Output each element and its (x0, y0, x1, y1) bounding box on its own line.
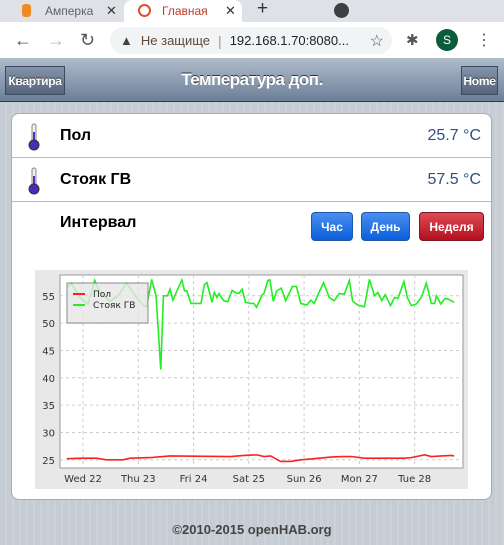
favicon-icon (22, 4, 31, 17)
x-tick-label: Sat 25 (233, 474, 265, 485)
tab-label: Амперка (45, 4, 94, 18)
home-button[interactable]: Home (461, 66, 498, 95)
interval-day-button[interactable]: День (361, 212, 410, 241)
item-label: Стояк ГВ (60, 171, 132, 188)
interval-label: Интервал (60, 214, 137, 231)
forward-icon[interactable]: → (47, 30, 65, 51)
y-tick-label: 25 (42, 456, 55, 467)
list-item: Пол 25.7 °C (12, 114, 491, 158)
tab-search-icon[interactable] (334, 3, 349, 18)
page-title: Температура доп. (181, 70, 323, 89)
y-tick-label: 35 (42, 401, 55, 412)
list-item: Стояк ГВ 57.5 °C (12, 158, 491, 202)
item-value: 57.5 °C (427, 171, 481, 188)
close-tab-icon[interactable]: ✕ (225, 4, 236, 18)
interval-week-button[interactable]: Неделя (419, 212, 484, 241)
thermometer-icon (28, 123, 40, 151)
security-status[interactable]: Не защище (141, 33, 210, 48)
interval-hour-button[interactable]: Час (311, 212, 353, 241)
legend-label: Пол (93, 290, 111, 300)
item-label: Пол (60, 127, 92, 144)
warning-icon: ▲ (120, 33, 133, 48)
chart-svg: 25 30 35 40 45 50 55 Wed 22 Thu 23 Fri 24 Sat 25 Su… (42, 274, 464, 485)
y-tick-label: 50 (42, 319, 55, 330)
x-tick-label: Thu 23 (120, 474, 156, 485)
browser-toolbar: ← → ↻ ▲ Не защище | 192.168.1.70:8080...… (0, 22, 504, 58)
x-tick-label: Mon 27 (341, 474, 378, 485)
x-tick-label: Fri 24 (180, 474, 208, 485)
y-tick-label: 55 (42, 292, 55, 303)
extensions-icon[interactable]: ✱ (406, 31, 419, 49)
menu-icon[interactable]: ⋮ (476, 30, 492, 50)
items-card: Пол 25.7 °C Стояк ГВ 57.5 °C Интервал Ча… (11, 113, 492, 500)
reload-icon[interactable]: ↻ (80, 30, 95, 51)
x-tick-label: Tue 28 (397, 474, 431, 485)
y-tick-label: 40 (42, 374, 55, 385)
footer-copyright: ©2010-2015 openHAB.org (172, 522, 332, 537)
new-tab-icon[interactable]: + (257, 0, 268, 20)
avatar[interactable]: S (436, 29, 458, 51)
close-tab-icon[interactable]: ✕ (106, 4, 117, 18)
back-icon[interactable]: ← (14, 30, 32, 51)
thermometer-icon (28, 167, 40, 195)
url-text[interactable]: 192.168.1.70:8080... (230, 33, 349, 48)
x-tick-label: Sun 26 (287, 474, 322, 485)
bookmark-star-icon[interactable]: ☆ (370, 31, 384, 51)
browser-tab-bar: Амперка ✕ Главная ✕ + (0, 0, 504, 22)
tab-label: Главная (162, 4, 208, 18)
chart: 25 30 35 40 45 50 55 Wed 22 Thu 23 Fri 24 Sat 25 Su… (35, 270, 468, 489)
item-value: 25.7 °C (427, 127, 481, 144)
openhab-favicon-icon (138, 4, 151, 17)
legend-label: Стояк ГВ (93, 301, 135, 311)
tab-main[interactable]: Главная ✕ (124, 0, 242, 22)
tab-amperka[interactable]: Амперка ✕ (0, 0, 120, 22)
y-tick-label: 45 (42, 346, 55, 357)
page-header: Квартира Температура доп. Home (0, 58, 504, 102)
interval-row: Интервал Час День Неделя (12, 202, 491, 246)
address-bar[interactable]: ▲ Не защище | 192.168.1.70:8080... ☆ (110, 27, 392, 54)
y-tick-label: 30 (42, 428, 55, 439)
x-tick-label: Wed 22 (64, 474, 102, 485)
